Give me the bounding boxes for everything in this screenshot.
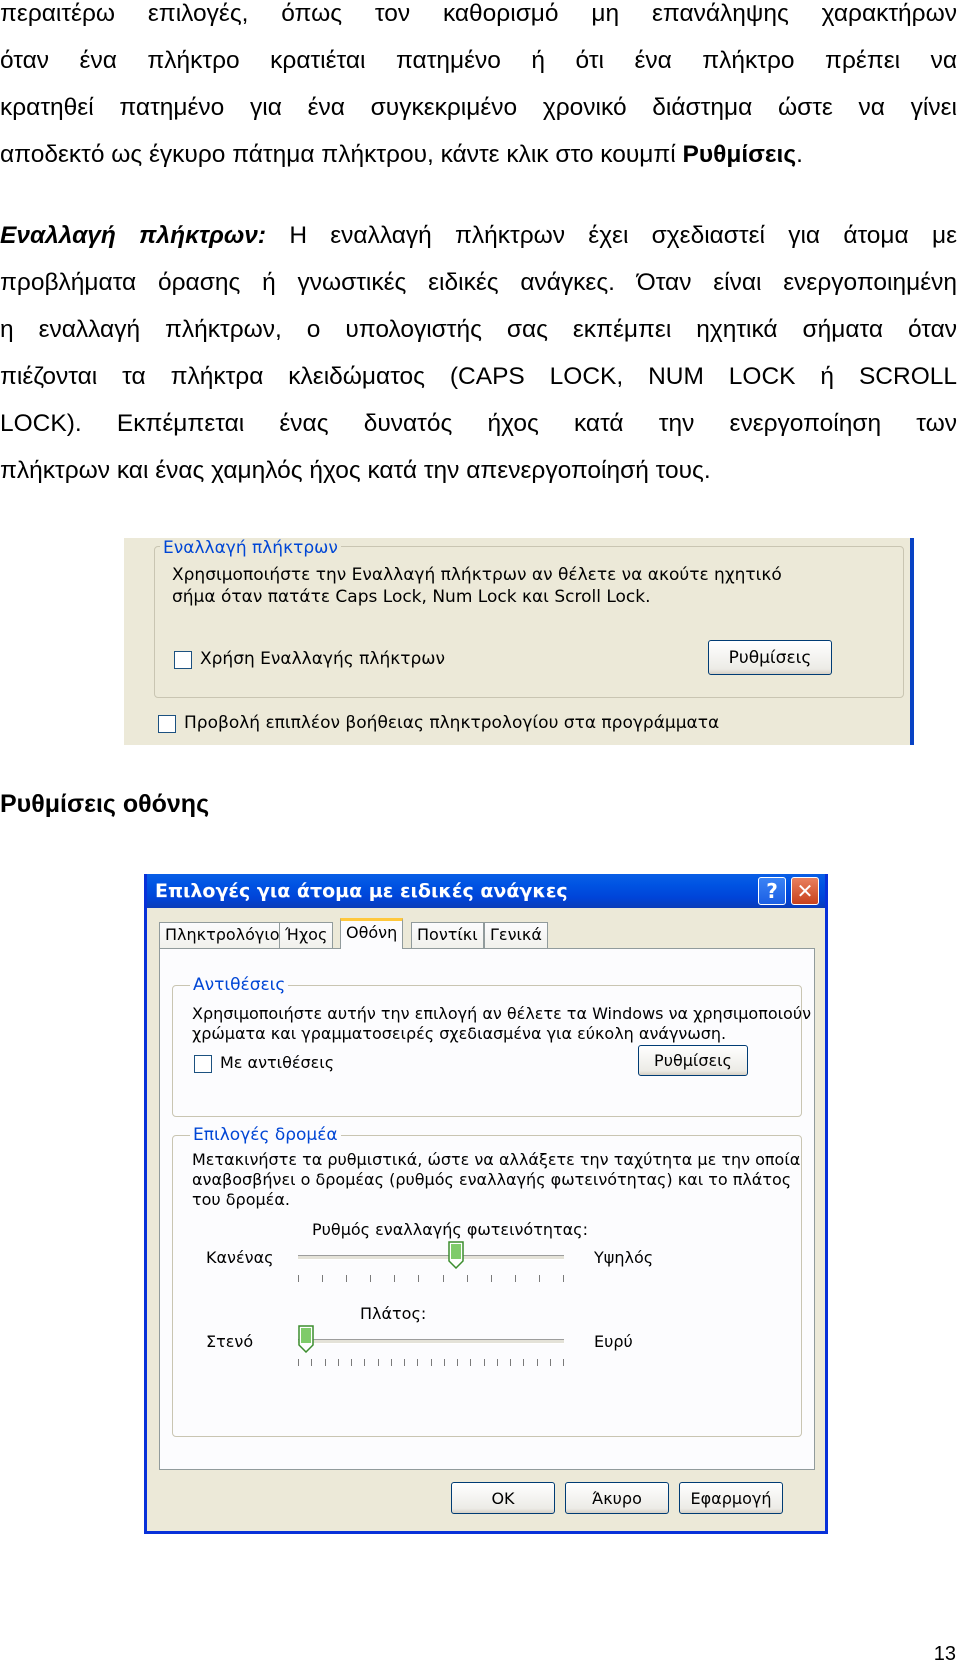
paragraph-2: Εναλλαγή πλήκτρων: Η εναλλαγή πλήκτρων έ… bbox=[0, 212, 957, 494]
text-run: Η εναλλαγή πλήκτρων έχει σχεδιαστεί για … bbox=[266, 222, 957, 249]
paragraph-line: όταν ένα πλήκτρο κρατιέται πατημένο ή ότ… bbox=[0, 47, 957, 74]
extra-help-checkbox[interactable] bbox=[158, 715, 176, 733]
paragraph-line: κρατηθεί πατημένο για ένα συγκεκριμένο χ… bbox=[0, 94, 957, 121]
paragraph-line: πλήκτρων και ένας χαμηλός ήχος κατά την … bbox=[0, 457, 711, 484]
slider-tick bbox=[298, 1275, 299, 1282]
slider-tick bbox=[417, 1359, 418, 1366]
slider-tick bbox=[484, 1359, 485, 1366]
slider-tick bbox=[394, 1275, 395, 1282]
checkbox-label: Προβολή επιπλέον βοήθειας πληκτρολογίου … bbox=[184, 713, 720, 733]
dialog-title: Επιλογές για άτομα με ειδικές ανάγκες bbox=[155, 880, 568, 902]
group-title: Αντιθέσεις bbox=[190, 975, 289, 995]
paragraph-line: η εναλλαγή πλήκτρων, ο υπολογιστής σας ε… bbox=[0, 316, 957, 343]
group-title: Εναλλαγή πλήκτρων bbox=[160, 538, 341, 558]
cancel-button[interactable]: Άκυρο bbox=[565, 1482, 669, 1514]
bold-term: Ρυθμίσεις bbox=[682, 141, 797, 168]
help-button[interactable]: ? bbox=[758, 877, 786, 905]
settings-button[interactable]: Ρυθμίσεις bbox=[708, 640, 832, 675]
slider-tick bbox=[470, 1359, 471, 1366]
togglekeys-screenshot: Εναλλαγή πλήκτρων Χρησιμοποιήστε την Ενα… bbox=[124, 538, 914, 745]
blink-max-label: Υψηλός bbox=[594, 1248, 654, 1267]
slider-tick bbox=[523, 1359, 524, 1366]
section-heading: Ρυθμίσεις οθόνης bbox=[0, 790, 210, 818]
display-tab-panel: Αντιθέσεις Χρησιμοποιήστε αυτήν την επιλ… bbox=[159, 948, 815, 1470]
paragraph-line: πιέζονται τα πλήκτρα κλειδώματος (CAPS L… bbox=[0, 363, 957, 390]
slider-tick bbox=[467, 1275, 468, 1282]
slider-tick bbox=[539, 1275, 540, 1282]
page-number: 13 bbox=[933, 1643, 956, 1665]
contrast-settings-button[interactable]: Ρυθμίσεις bbox=[638, 1045, 748, 1076]
slider-tick bbox=[346, 1275, 347, 1282]
checkbox-label: Με αντιθέσεις bbox=[220, 1053, 335, 1072]
tab-general[interactable]: Γενικά bbox=[484, 922, 548, 948]
cursor-width-slider[interactable] bbox=[298, 1339, 564, 1344]
paragraph-line: προβλήματα όρασης ή γνωστικές ειδικές αν… bbox=[0, 269, 957, 296]
slider-tick bbox=[325, 1359, 326, 1366]
description-line: σήμα όταν πατάτε Caps Lock, Num Lock και… bbox=[172, 587, 651, 607]
slider-tick bbox=[338, 1359, 339, 1366]
cursor-width-ticks bbox=[298, 1359, 564, 1367]
slider-tick bbox=[364, 1359, 365, 1366]
slider-tick bbox=[370, 1275, 371, 1282]
description-line: αναβοσβήνει ο δρομέας (ρυθμός εναλλαγής … bbox=[192, 1170, 792, 1189]
high-contrast-checkbox[interactable] bbox=[194, 1055, 212, 1073]
description-line: χρώματα και γραμματοσειρές σχεδιασμένα γ… bbox=[192, 1024, 727, 1043]
tab-display[interactable]: Οθόνη bbox=[340, 918, 404, 949]
slider-tick bbox=[457, 1359, 458, 1366]
slider-tick bbox=[443, 1275, 444, 1282]
width-label: Πλάτος: bbox=[360, 1304, 427, 1323]
help-icon: ? bbox=[766, 879, 778, 903]
blink-rate-slider-thumb[interactable] bbox=[448, 1241, 464, 1269]
slider-tick bbox=[497, 1359, 498, 1366]
description-line: του δρομέα. bbox=[192, 1190, 290, 1209]
accessibility-dialog: Επιλογές για άτομα με ειδικές ανάγκες ? … bbox=[144, 874, 828, 1534]
slider-tick bbox=[510, 1359, 511, 1366]
blink-rate-ticks bbox=[298, 1275, 564, 1283]
paragraph-line: περαιτέρω επιλογές, όπως τον καθορισμό μ… bbox=[0, 0, 957, 27]
description-line: Χρησιμοποιήστε αυτήν την επιλογή αν θέλε… bbox=[192, 1004, 812, 1023]
togglekeys-checkbox[interactable] bbox=[174, 651, 192, 669]
slider-tick bbox=[515, 1275, 516, 1282]
group-title: Επιλογές δρομέα bbox=[190, 1125, 341, 1145]
slider-tick bbox=[444, 1359, 445, 1366]
paragraph-line: LOCK). Εκπέμπεται ένας δυνατός ήχος κατά… bbox=[0, 410, 957, 437]
tab-mouse[interactable]: Ποντίκι bbox=[411, 922, 484, 948]
title-bar: Επιλογές για άτομα με ειδικές ανάγκες ? … bbox=[147, 874, 825, 908]
text-run: αποδεκτό ως έγκυρο πάτημα πλήκτρου, κάντ… bbox=[0, 141, 683, 168]
cursor-width-slider-thumb[interactable] bbox=[298, 1325, 314, 1353]
blink-rate-label: Ρυθμός εναλλαγής φωτεινότητας: bbox=[312, 1220, 588, 1239]
slider-tick bbox=[491, 1275, 492, 1282]
width-max-label: Ευρύ bbox=[594, 1332, 633, 1351]
term-heading: Εναλλαγή πλήκτρων: bbox=[0, 222, 267, 249]
paragraph-line: αποδεκτό ως έγκυρο πάτημα πλήκτρου, κάντ… bbox=[0, 131, 957, 178]
description-line: Μετακινήστε τα ρυθμιστικά, ώστε να αλλάξ… bbox=[192, 1150, 801, 1169]
slider-tick bbox=[351, 1359, 352, 1366]
tab-sound[interactable]: Ήχος bbox=[279, 922, 334, 948]
slider-tick bbox=[378, 1359, 379, 1366]
width-min-label: Στενό bbox=[206, 1332, 254, 1351]
paragraph-1: περαιτέρω επιλογές, όπως τον καθορισμό μ… bbox=[0, 0, 957, 178]
slider-tick bbox=[391, 1359, 392, 1366]
close-icon: ✕ bbox=[796, 879, 814, 903]
blink-rate-slider[interactable] bbox=[298, 1255, 564, 1260]
slider-tick bbox=[322, 1275, 323, 1282]
slider-tick bbox=[563, 1275, 564, 1282]
slider-tick bbox=[537, 1359, 538, 1366]
slider-tick bbox=[431, 1359, 432, 1366]
slider-tick bbox=[298, 1359, 299, 1366]
checkbox-label: Χρήση Εναλλαγής πλήκτρων bbox=[200, 649, 445, 669]
apply-button[interactable]: Εφαρμογή bbox=[679, 1482, 783, 1514]
blink-min-label: Κανένας bbox=[206, 1248, 274, 1267]
slider-tick bbox=[563, 1359, 564, 1366]
description-line: Χρησιμοποιήστε την Εναλλαγή πλήκτρων αν … bbox=[172, 565, 782, 585]
slider-tick bbox=[550, 1359, 551, 1366]
close-button[interactable]: ✕ bbox=[791, 877, 819, 905]
slider-tick bbox=[404, 1359, 405, 1366]
tab-keyboard[interactable]: Πληκτρολόγιο bbox=[159, 922, 286, 948]
text-run: . bbox=[796, 141, 803, 168]
slider-tick bbox=[311, 1359, 312, 1366]
ok-button[interactable]: OK bbox=[451, 1482, 555, 1514]
paragraph-line: Εναλλαγή πλήκτρων: Η εναλλαγή πλήκτρων έ… bbox=[0, 212, 957, 259]
slider-tick bbox=[418, 1275, 419, 1282]
